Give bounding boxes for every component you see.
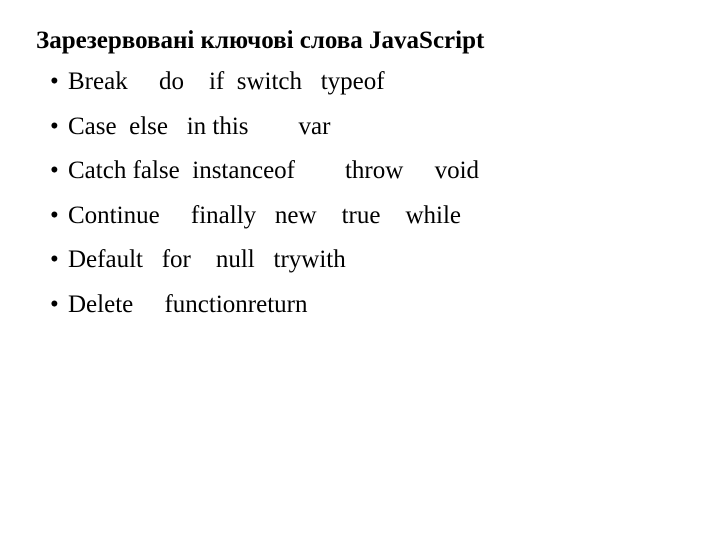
list-item-label: Continue finally new true while: [68, 201, 461, 229]
list-item: • Default for null trywith: [0, 244, 720, 289]
list-item-label: Break do if switch typeof: [68, 68, 385, 95]
bullet-icon: •: [50, 68, 59, 95]
page-title: Зарезервовані ключові слова JavaScript: [36, 27, 485, 54]
bullet-icon: •: [50, 290, 59, 318]
bullet-icon: •: [50, 157, 59, 185]
bullet-icon: •: [50, 112, 59, 140]
list-item: • Catch false instanceof throw void: [0, 155, 720, 200]
list-item-label: Case else in this var: [68, 112, 331, 140]
list-item-label: Catch false instanceof throw void: [68, 157, 480, 185]
list-item-label: Delete functionreturn: [68, 290, 308, 318]
list-item: • Case else in this var: [0, 111, 720, 156]
list-item: • Delete functionreturn: [0, 289, 720, 334]
list-item: • Break do if switch typeof: [0, 66, 720, 111]
bullet-icon: •: [50, 246, 59, 274]
list-item: • Continue finally new true while: [0, 200, 720, 245]
list-item-label: Default for null trywith: [68, 246, 346, 274]
slide-canvas: Зарезервовані ключові слова JavaScript •…: [0, 0, 720, 540]
bullet-icon: •: [50, 201, 59, 229]
keyword-bullet-list: • Break do if switch typeof • Case else …: [0, 66, 720, 334]
